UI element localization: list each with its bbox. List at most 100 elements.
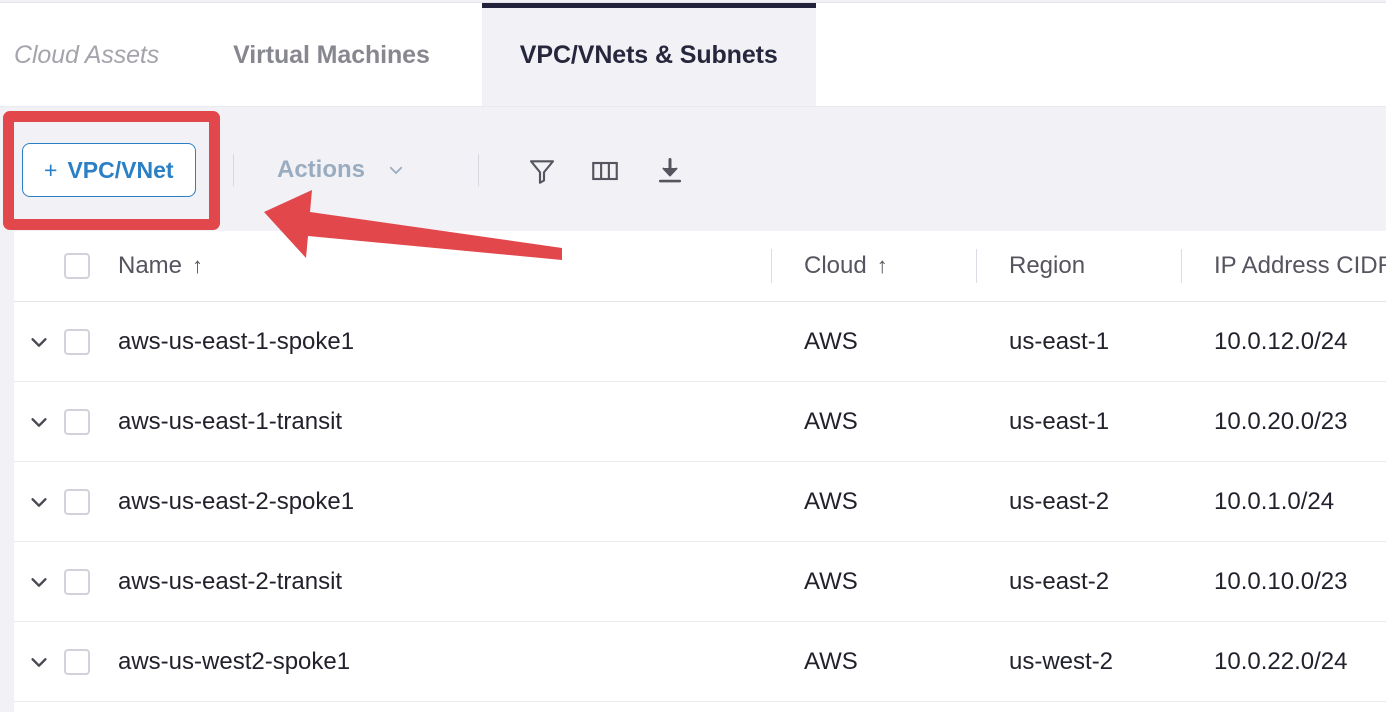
header-name-cell[interactable]: Name ↑ xyxy=(116,252,771,280)
table-row[interactable]: aws-us-east-1-transit AWS us-east-1 10.0.20… xyxy=(14,382,1386,462)
cell-cloud: AWS xyxy=(771,328,976,356)
row-checkbox[interactable] xyxy=(64,328,90,355)
header-cloud-cell[interactable]: Cloud ↑ xyxy=(771,252,976,280)
row-select-cell xyxy=(64,568,116,595)
chevron-down-icon xyxy=(31,417,47,427)
cell-region: us-east-2 xyxy=(976,488,1181,516)
cell-name: aws-us-east-2-transit xyxy=(116,568,771,596)
cell-cidr: 10.0.12.0/24 xyxy=(1181,328,1386,356)
tab-cloud-assets-label: Cloud Assets xyxy=(14,40,160,69)
select-all-checkbox[interactable] xyxy=(64,253,90,279)
chevron-down-icon xyxy=(31,657,47,667)
table-toolbar xyxy=(0,107,1386,231)
row-checkbox[interactable] xyxy=(64,488,90,515)
tab-bar-filler xyxy=(815,3,1386,107)
table-header-row: Name ↑ Cloud ↑ Region IP Address CIDR xyxy=(14,231,1386,302)
row-expand-toggle[interactable] xyxy=(14,571,64,593)
cell-cloud: AWS xyxy=(771,568,976,596)
download-icon xyxy=(658,157,682,183)
table-row[interactable]: aws-us-east-2-transit AWS us-east-2 10.0.10… xyxy=(14,542,1386,622)
cell-name-text: aws-us-east-2-spoke1 xyxy=(118,487,355,515)
cell-name-text: aws-us-east-1-spoke1 xyxy=(118,327,355,355)
chevron-down-icon xyxy=(31,577,47,587)
columns-button[interactable] xyxy=(585,151,625,191)
add-vpc-vnet-label: VPC/VNet xyxy=(67,156,174,183)
row-select-cell xyxy=(64,488,116,515)
table-container: Name ↑ Cloud ↑ Region IP Address CIDR aw… xyxy=(0,231,1386,712)
cell-cidr-text: 10.0.10.0/23 xyxy=(1214,567,1348,595)
cell-name: aws-us-east-2-spoke1 xyxy=(116,488,771,516)
row-select-cell xyxy=(64,408,116,435)
cell-name-text: aws-us-east-2-transit xyxy=(118,567,343,595)
filter-button[interactable] xyxy=(522,151,562,191)
cloud-assets-page: Cloud Assets Virtual Machines VPC/VNets … xyxy=(0,0,1386,712)
cell-name: aws-us-east-1-spoke1 xyxy=(116,328,771,356)
tab-virtual-machines-label: Virtual Machines xyxy=(233,40,430,69)
add-vpc-vnet-button[interactable]: + VPC/VNet xyxy=(22,143,196,197)
tab-cloud-assets[interactable]: Cloud Assets xyxy=(0,3,203,107)
header-cidr-label: IP Address CIDR xyxy=(1214,252,1386,279)
cell-cidr: 10.0.22.0/24 xyxy=(1181,648,1386,676)
tab-vpc-vnets-subnets-label: VPC/VNets & Subnets xyxy=(519,40,778,69)
actions-dropdown[interactable]: Actions xyxy=(277,152,405,188)
cell-cloud-text: AWS xyxy=(804,567,858,595)
tab-virtual-machines[interactable]: Virtual Machines xyxy=(203,3,482,107)
row-expand-toggle[interactable] xyxy=(14,491,64,513)
row-checkbox[interactable] xyxy=(64,408,90,435)
cell-cidr-text: 10.0.20.0/23 xyxy=(1214,407,1348,435)
cell-cloud-text: AWS xyxy=(804,327,858,355)
cell-region: us-west-2 xyxy=(976,648,1181,676)
cell-cloud-text: AWS xyxy=(804,407,858,435)
cell-region: us-east-1 xyxy=(976,408,1181,436)
header-name-label: Name xyxy=(118,252,183,279)
cell-cloud-text: AWS xyxy=(804,487,858,515)
cell-region-text: us-east-1 xyxy=(1009,327,1110,355)
toolbar-divider-1 xyxy=(233,154,234,186)
row-select-cell xyxy=(64,648,116,675)
assets-table: Name ↑ Cloud ↑ Region IP Address CIDR aw… xyxy=(14,231,1386,712)
toolbar-divider-2 xyxy=(478,154,479,186)
cell-name-text: aws-us-west2-spoke1 xyxy=(118,647,351,675)
cell-cidr-text: 10.0.22.0/24 xyxy=(1214,647,1348,675)
cell-region: us-east-2 xyxy=(976,568,1181,596)
cell-region-text: us-west-2 xyxy=(1009,647,1114,675)
chevron-down-icon xyxy=(389,166,403,174)
row-select-cell xyxy=(64,328,116,355)
filter-icon xyxy=(529,160,555,184)
cell-cloud: AWS xyxy=(771,648,976,676)
row-expand-toggle[interactable] xyxy=(14,651,64,673)
cell-cloud: AWS xyxy=(771,488,976,516)
sort-ascending-icon: ↑ xyxy=(876,253,888,278)
chevron-down-icon xyxy=(31,497,47,507)
cell-name: aws-us-east-1-transit xyxy=(116,408,771,436)
header-cloud-label: Cloud xyxy=(804,252,867,279)
tab-bar: Cloud Assets Virtual Machines VPC/VNets … xyxy=(0,3,1386,107)
table-row[interactable]: aws-us-east-2-spoke1 AWS us-east-2 10.0.1.0… xyxy=(14,462,1386,542)
table-row[interactable]: aws-us-east-1-spoke1 AWS us-east-1 10.0.12.… xyxy=(14,302,1386,382)
header-region-label: Region xyxy=(1009,252,1086,279)
row-checkbox[interactable] xyxy=(64,648,90,675)
header-region-cell[interactable]: Region xyxy=(976,252,1181,280)
row-checkbox[interactable] xyxy=(64,568,90,595)
cell-name-text: aws-us-east-1-transit xyxy=(118,407,343,435)
actions-label: Actions xyxy=(277,156,366,183)
cell-cloud: AWS xyxy=(771,408,976,436)
table-body: aws-us-east-1-spoke1 AWS us-east-1 10.0.12.… xyxy=(14,302,1386,702)
cell-cidr: 10.0.1.0/24 xyxy=(1181,488,1386,516)
table-row[interactable]: aws-us-west2-spoke1 AWS us-west-2 10.0.22.0… xyxy=(14,622,1386,702)
download-button[interactable] xyxy=(650,151,690,191)
header-select-all-cell xyxy=(64,253,116,279)
cell-region-text: us-east-2 xyxy=(1009,567,1110,595)
cell-cidr-text: 10.0.1.0/24 xyxy=(1214,487,1335,515)
cell-region: us-east-1 xyxy=(976,328,1181,356)
columns-icon xyxy=(592,161,618,181)
row-expand-toggle[interactable] xyxy=(14,411,64,433)
cell-name: aws-us-west2-spoke1 xyxy=(116,648,771,676)
cell-region-text: us-east-1 xyxy=(1009,407,1110,435)
cell-cidr: 10.0.20.0/23 xyxy=(1181,408,1386,436)
tab-vpc-vnets-subnets[interactable]: VPC/VNets & Subnets xyxy=(481,3,816,107)
row-expand-toggle[interactable] xyxy=(14,331,64,353)
sort-ascending-icon: ↑ xyxy=(192,253,204,278)
cell-region-text: us-east-2 xyxy=(1009,487,1110,515)
header-cidr-cell[interactable]: IP Address CIDR xyxy=(1181,252,1386,280)
